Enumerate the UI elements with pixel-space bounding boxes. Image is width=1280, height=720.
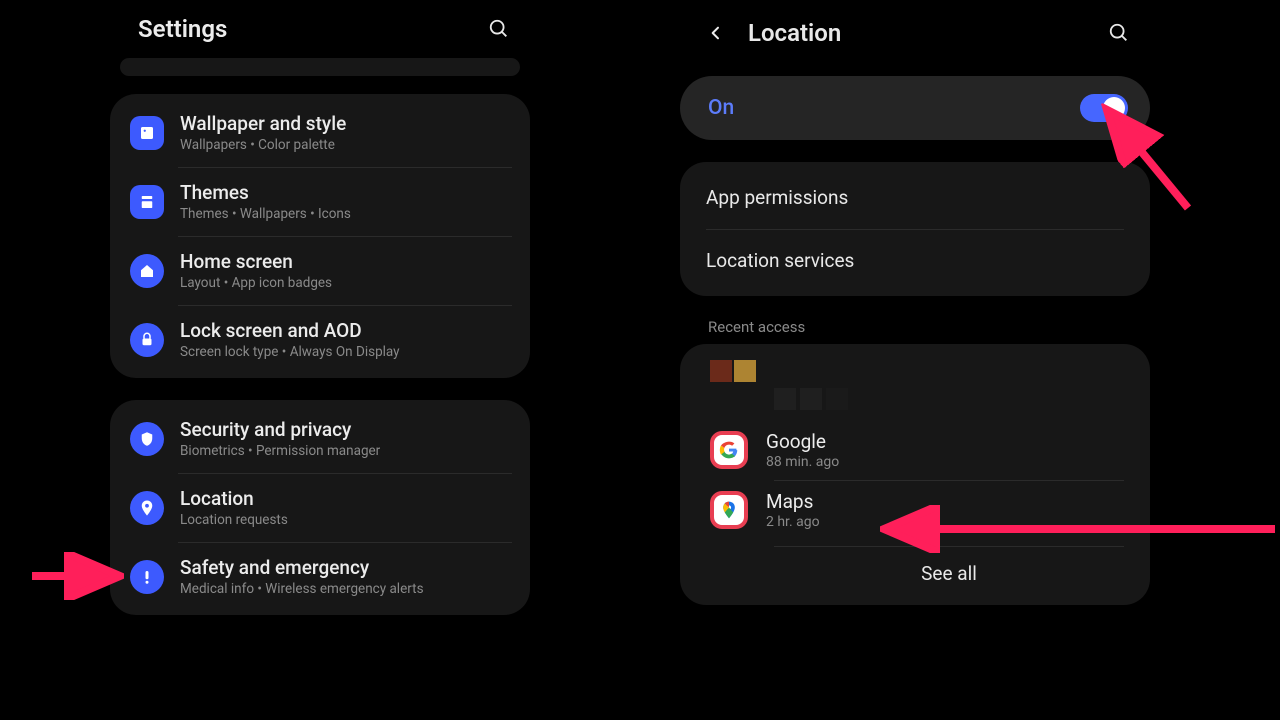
location-toggle-card: On: [680, 76, 1150, 140]
app-time: 88 min. ago: [766, 454, 839, 470]
settings-item-sub: Biometrics • Permission manager: [180, 443, 380, 459]
page-title: Location: [748, 19, 1086, 47]
settings-item-wallpaper[interactable]: Wallpaper and style Wallpapers • Color p…: [110, 98, 530, 167]
settings-group-display: Wallpaper and style Wallpapers • Color p…: [110, 94, 530, 378]
settings-header: Settings: [110, 0, 530, 58]
search-icon: [488, 18, 510, 40]
settings-item-sub: Wallpapers • Color palette: [180, 137, 346, 153]
app-name: Maps: [766, 490, 820, 513]
color-block: [774, 388, 796, 410]
settings-group-security: Security and privacy Biometrics • Permis…: [110, 400, 530, 615]
themes-icon: [130, 185, 164, 219]
search-button[interactable]: [1106, 20, 1132, 46]
settings-item-sub: Layout • App icon badges: [180, 275, 332, 291]
location-header: Location: [680, 0, 1150, 58]
page-title: Settings: [138, 15, 227, 43]
color-block: [826, 388, 848, 410]
settings-item-location[interactable]: Location Location requests: [110, 473, 530, 542]
app-name: Google: [766, 430, 839, 453]
recent-app-google[interactable]: Google 88 min. ago: [680, 420, 1150, 480]
annotation-arrow: [880, 505, 1280, 555]
settings-item-title: Wallpaper and style: [180, 112, 346, 135]
annotation-arrow: [1098, 98, 1208, 218]
chevron-left-icon: [708, 25, 724, 41]
settings-item-lock-screen[interactable]: Lock screen and AOD Screen lock type • A…: [110, 305, 530, 374]
settings-item-title: Lock screen and AOD: [180, 319, 400, 342]
home-icon: [130, 254, 164, 288]
alert-icon: [130, 560, 164, 594]
link-app-permissions[interactable]: App permissions: [680, 166, 1150, 229]
search-button[interactable]: [486, 16, 512, 42]
settings-item-title: Safety and emergency: [180, 556, 424, 579]
location-links-card: App permissions Location services: [680, 162, 1150, 296]
settings-item-sub: Medical info • Wireless emergency alerts: [180, 581, 424, 597]
settings-item-title: Themes: [180, 181, 351, 204]
lock-icon: [130, 323, 164, 357]
settings-panel: Settings Wallpaper and style Wallpapers …: [110, 0, 530, 720]
annotation-arrow: [24, 550, 124, 600]
settings-item-home-screen[interactable]: Home screen Layout • App icon badges: [110, 236, 530, 305]
google-icon: [710, 431, 748, 469]
color-block: [800, 388, 822, 410]
recent-strip-dim: [680, 388, 1150, 420]
settings-item-security[interactable]: Security and privacy Biometrics • Permis…: [110, 404, 530, 473]
app-time: 2 hr. ago: [766, 514, 820, 530]
link-location-services[interactable]: Location services: [680, 229, 1150, 292]
maps-icon: [710, 491, 748, 529]
settings-item-title: Location: [180, 487, 288, 510]
shield-icon: [130, 422, 164, 456]
settings-item-sub: Themes • Wallpapers • Icons: [180, 206, 351, 222]
settings-item-themes[interactable]: Themes Themes • Wallpapers • Icons: [110, 167, 530, 236]
settings-item-sub: Location requests: [180, 512, 288, 528]
recent-strip: [680, 356, 1150, 388]
recent-access-card: Google 88 min. ago Maps 2 hr. ago See al…: [680, 344, 1150, 605]
settings-item-safety[interactable]: Safety and emergency Medical info • Wire…: [110, 542, 530, 611]
settings-item-sub: Screen lock type • Always On Display: [180, 344, 400, 360]
wallpaper-icon: [130, 116, 164, 150]
settings-item-title: Security and privacy: [180, 418, 380, 441]
scroll-indicator: [120, 58, 520, 76]
back-button[interactable]: [704, 21, 728, 45]
location-panel: Location On App permissions Location ser…: [680, 0, 1150, 720]
color-block: [710, 360, 732, 382]
color-block: [734, 360, 756, 382]
pin-icon: [130, 491, 164, 525]
toggle-label: On: [708, 96, 734, 120]
search-icon: [1108, 22, 1130, 44]
section-recent-access: Recent access: [680, 318, 1150, 344]
settings-item-title: Home screen: [180, 250, 332, 273]
